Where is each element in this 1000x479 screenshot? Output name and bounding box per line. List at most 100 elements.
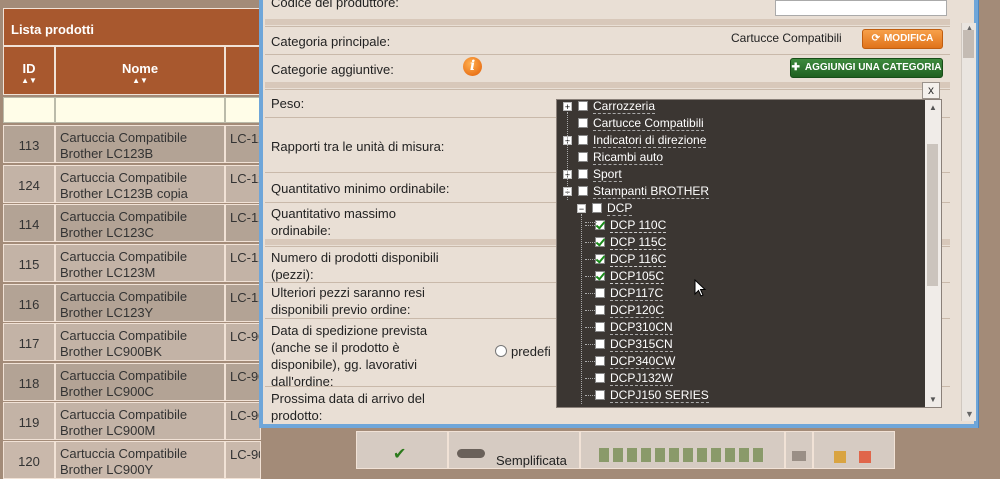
modifica-label: MODIFICA [883,33,934,44]
category-item[interactable]: DCPJ150 SERIES [595,388,709,405]
active-cell: ✔ [356,431,448,469]
row-name-line1: Cartuccia Compatibile [60,368,188,383]
category-checkbox[interactable] [595,271,605,281]
num-disponibili-label: Numero di prodotti disponibili (pezzi): [265,249,477,283]
category-item[interactable]: DCP 116C [595,252,667,269]
predefinito-radio[interactable] [495,345,507,357]
category-item[interactable]: DCP310CN [595,320,673,337]
category-item[interactable]: − Stampanti BROTHER [563,184,710,201]
category-item[interactable]: − DCP [577,201,633,218]
category-checkbox[interactable] [595,356,605,366]
delete-icon[interactable] [859,451,871,463]
category-label: DCP 116C [610,252,667,267]
table-row[interactable]: 118 Cartuccia Compatibile Brother LC900C LC… [3,363,261,401]
copy-icon[interactable] [792,451,806,461]
scroll-up-icon[interactable]: ▲ [929,103,937,112]
info-icon[interactable]: i [463,57,482,76]
action-icons[interactable] [599,448,764,462]
edit-icon[interactable] [834,451,846,463]
filter-nome-input[interactable] [55,97,225,123]
row-name-line1: Cartuccia Compatibile [60,446,188,461]
category-checkbox[interactable] [578,118,588,128]
category-item[interactable]: DCP105C [595,269,665,286]
category-label: DCPJ150 SERIES [610,388,709,403]
categoria-principale-label: Categoria principale: [271,34,391,49]
category-checkbox[interactable] [578,169,588,179]
category-checkbox[interactable] [578,186,588,196]
scroll-down-icon[interactable]: ▼ [965,409,974,419]
row-name-line2: Brother LC900M [60,423,156,438]
expander-minus-icon[interactable]: − [577,204,586,214]
category-item[interactable]: DCP120C [595,303,665,320]
category-label: Indicatori di direzione [593,133,707,148]
category-item[interactable]: Ricambi auto [563,150,664,167]
data-spedizione-line2: (anche se il prodotto è [271,340,400,355]
toggle-icon[interactable] [457,449,485,458]
rapporti-label: Rapporti tra le unità di misura: [271,139,445,154]
column-header-codice[interactable] [225,46,261,95]
copy-cell[interactable] [785,431,813,469]
section-separator [265,82,950,88]
category-item[interactable]: + Sport [563,167,622,184]
category-checkbox[interactable] [595,390,605,400]
row-name: Cartuccia Compatibile Brother LC123B copi… [55,165,225,203]
category-tree-scrollbar-thumb[interactable] [927,144,938,286]
row-name: Cartuccia Compatibile Brother LC123C [55,204,225,242]
scroll-down-icon[interactable]: ▼ [929,395,937,404]
table-row[interactable]: 115 Cartuccia Compatibile Brother LC123M LC… [3,244,261,282]
category-tree-scrollbar[interactable]: ▲ ▼ [925,100,941,407]
table-row[interactable]: 124 Cartuccia Compatibile Brother LC123B c… [3,165,261,203]
category-checkbox[interactable] [595,305,605,315]
close-icon[interactable]: x [922,82,940,99]
category-checkbox[interactable] [578,152,588,162]
category-checkbox[interactable] [595,288,605,298]
category-checkbox[interactable] [595,322,605,332]
tree-connector-line [585,378,595,379]
codice-produttore-label: Codice del produttore: [271,0,399,10]
row-name-line1: Cartuccia Compatibile [60,249,188,264]
category-item[interactable]: + Indicatori di direzione [563,133,707,150]
modifica-button[interactable]: ⟳ MODIFICA [862,29,943,49]
category-item[interactable]: Cartucce Compatibili [563,116,704,133]
column-header-nome[interactable]: Nome ▲▼ [55,46,225,95]
sort-arrows-icon[interactable]: ▲▼ [4,77,54,85]
expander-plus-icon[interactable]: + [563,102,572,112]
aggiungi-categoria-button[interactable]: ✚ AGGIUNGI UNA CATEGORIA [790,58,943,78]
category-item[interactable]: DCP117C [595,286,664,303]
category-item[interactable]: DCP 110C [595,218,667,235]
filter-id-input[interactable] [3,97,55,123]
category-label: DCP 110C [610,218,667,233]
category-checkbox[interactable] [595,237,605,247]
filter-codice-input[interactable] [225,97,261,123]
data-spedizione-line1: Data di spedizione prevista [271,323,428,338]
category-checkbox[interactable] [595,254,605,264]
category-label: Sport [593,167,622,182]
category-checkbox[interactable] [578,135,588,145]
qta-max-line1: Quantitativo massimo [271,206,396,221]
list-title: Lista prodotti [3,8,261,46]
category-checkbox[interactable] [595,373,605,383]
sort-arrows-icon[interactable]: ▲▼ [56,77,224,85]
table-row[interactable]: 120 Cartuccia Compatibile Brother LC900Y LC… [3,441,261,479]
form-scrollbar-thumb[interactable] [963,30,974,58]
category-item[interactable]: DCPJ132W [595,371,673,388]
column-header-id[interactable]: ID ▲▼ [3,46,55,95]
row-name: Cartuccia Compatibile Brother LC123Y [55,284,225,322]
category-item[interactable]: DCP 115C [595,235,667,252]
category-label: Ricambi auto [593,150,664,165]
row-code: LC-900Y [225,441,261,479]
table-row[interactable]: 119 Cartuccia Compatibile Brother LC900M LC… [3,402,261,440]
tree-connector-line [585,276,595,277]
table-row[interactable]: 116 Cartuccia Compatibile Brother LC123Y LC… [3,284,261,322]
table-row[interactable]: 113 Cartuccia Compatibile Brother LC123B LC… [3,125,261,163]
category-checkbox[interactable] [578,101,588,111]
category-item[interactable]: DCP340CW [595,354,676,371]
table-row[interactable]: 117 Cartuccia Compatibile Brother LC900BK L… [3,323,261,361]
category-item[interactable]: + Carrozzeria [563,100,656,116]
row-name-line2: Brother LC123C [60,225,154,240]
category-checkbox[interactable] [592,203,602,213]
table-row[interactable]: 114 Cartuccia Compatibile Brother LC123C LC… [3,204,261,242]
category-checkbox[interactable] [595,339,605,349]
form-scrollbar[interactable]: ▲ ▼ [961,23,976,421]
category-item[interactable]: DCP315CN [595,337,673,354]
